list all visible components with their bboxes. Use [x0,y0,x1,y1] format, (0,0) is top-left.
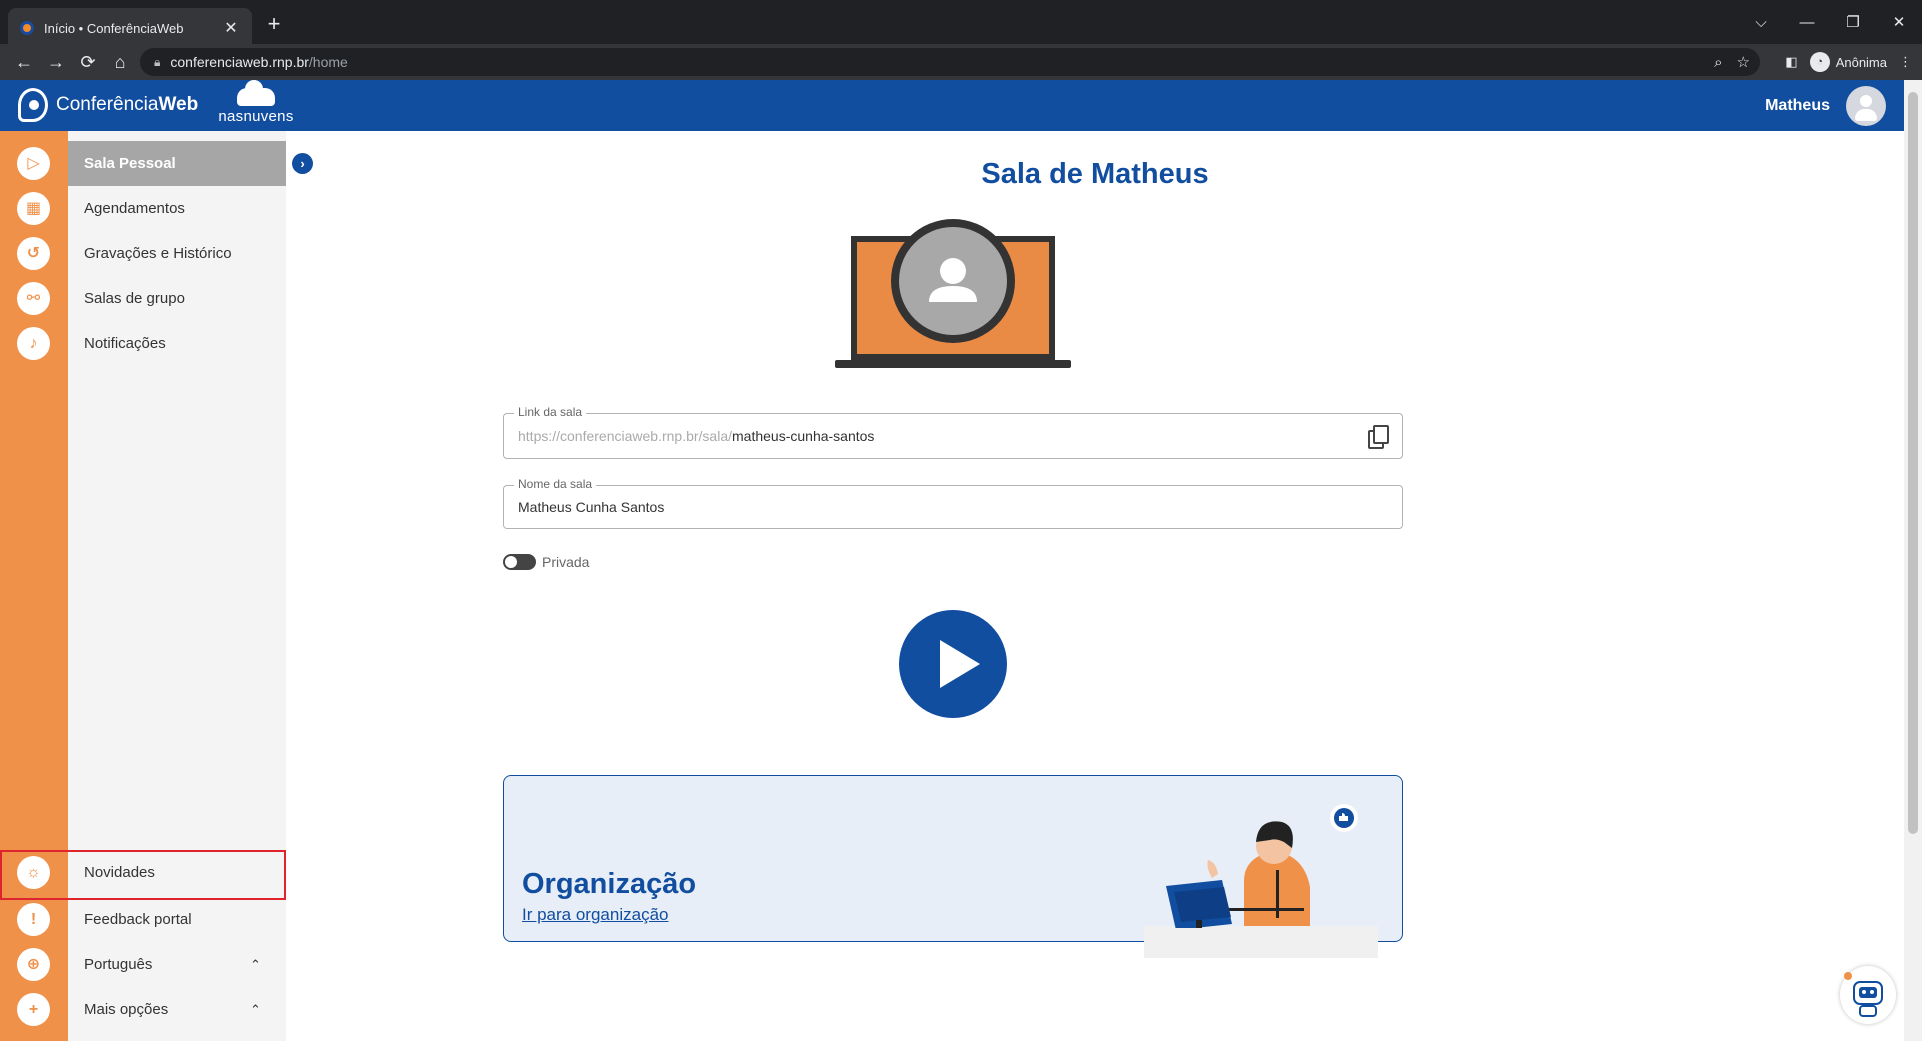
sidebar-item-label: Novidades [84,864,155,881]
lightbulb-icon: ☼ [17,856,50,889]
person-at-computer-illustration [1166,804,1358,928]
room-name-field[interactable]: Nome da sala Matheus Cunha Santos [503,477,1403,529]
omnibox-actions: ⌕ ☆ [1714,48,1750,76]
page-scrollbar[interactable] [1904,80,1922,1041]
room-link-value[interactable]: https://conferenciaweb.rnp.br/sala/mathe… [518,414,874,458]
toolbar-actions: ◧ ◔ Anônima ⋮ [1785,44,1912,80]
private-label: Privada [542,554,590,570]
organization-card: Organização Ir para organização [503,775,1403,958]
go-to-organization-link[interactable]: Ir para organização [522,905,668,925]
private-toggle-row: Privada [503,554,589,570]
new-tab-button[interactable]: + [262,12,286,36]
bell-icon: ♪ [17,327,50,360]
url-path: /home [308,54,348,70]
play-icon: ▷ [17,147,50,180]
browser-menu-icon[interactable]: ⋮ [1899,54,1912,70]
browser-tab[interactable]: Início • ConferênciaWeb ✕ [8,8,252,48]
avatar[interactable] [1846,86,1886,126]
back-icon[interactable]: ← [8,52,40,73]
sidebar-item-novidades[interactable]: ☼ Novidades [0,850,286,900]
laptop-avatar-illustration [835,219,1071,368]
tab-search-icon[interactable]: ⌵ [1738,14,1784,31]
sidebar-item-sala-pessoal[interactable]: ▷ Sala Pessoal [0,141,286,186]
sidebar-item-label: Mais opções [84,1001,169,1018]
browser-tab-strip: Início • ConferênciaWeb ✕ + ⌵ — ❐ ✕ [0,0,1922,48]
minimize-icon[interactable]: — [1784,14,1830,31]
bookmark-star-icon[interactable]: ☆ [1737,53,1750,71]
window-close-icon[interactable]: ✕ [1876,13,1922,31]
sidebar-item-label: Português [84,956,153,973]
user-name[interactable]: Matheus [1765,97,1830,115]
tab-close-icon[interactable]: ✕ [222,18,240,38]
illustration-floor [1144,926,1378,958]
conferenciaweb-logo[interactable]: ConferênciaWeb [18,88,198,122]
page-title: Sala de Matheus [981,158,1209,190]
window-controls: ⌵ — ❐ ✕ [1738,0,1922,44]
sidebar-item-label: Gravações e Histórico [84,245,232,262]
sidebar-item-label: Sala Pessoal [84,155,176,172]
sidebar-item-gravacoes[interactable]: ↺ Gravações e Histórico [0,231,286,276]
tab-title: Início • ConferênciaWeb [44,20,184,36]
app-header: ConferênciaWeb nasnuvens Matheus [0,80,1904,131]
home-icon[interactable]: ⌂ [104,52,136,73]
incognito-label: Anônima [1835,54,1887,70]
side-panel-icon[interactable]: ◧ [1785,54,1797,70]
lock-icon[interactable]: 🔒︎ [154,55,160,70]
room-link-field[interactable]: Link da sala https://conferenciaweb.rnp.… [503,405,1403,459]
zoom-icon[interactable]: ⌕ [1714,54,1722,71]
group-rooms-icon: ⚯ [17,282,50,315]
sidebar-item-salas-de-grupo[interactable]: ⚯ Salas de grupo [0,276,286,321]
private-toggle[interactable] [503,554,536,570]
sidebar-item-portugues[interactable]: ⊕ Português ⌃ [0,942,286,987]
organization-title: Organização [522,868,697,900]
chevron-up-icon[interactable]: ⌃ [250,942,261,987]
plus-icon: + [17,993,50,1026]
url-host: conferenciaweb.rnp.br [170,54,309,70]
incognito-icon: ◔ [1809,52,1830,72]
sidebar-item-mais-opcoes[interactable]: + Mais opções ⌃ [0,987,286,1032]
room-name-value[interactable]: Matheus Cunha Santos [518,486,664,528]
start-meeting-button[interactable] [899,610,1007,718]
globe-icon: ⊕ [17,948,50,981]
sidebar-item-notificacoes[interactable]: ♪ Notificações [0,321,286,366]
browser-toolbar: ← → ⟳ ⌂ 🔒︎ conferenciaweb.rnp.br/home ⌕ … [0,44,1922,80]
forward-icon[interactable]: → [40,52,72,73]
sidebar-item-label: Feedback portal [84,911,192,928]
logo-mark-icon [18,88,48,122]
logo-text: ConferênciaWeb [56,94,199,115]
nasnuvens-text: nasnuvens [218,108,294,125]
favicon-icon [20,21,34,35]
address-bar[interactable]: 🔒︎ conferenciaweb.rnp.br/home ⌕ ☆ [140,48,1760,76]
reload-icon[interactable]: ⟳ [72,52,104,73]
sidebar-item-label: Agendamentos [84,200,185,217]
sidebar-item-feedback-portal[interactable]: ! Feedback portal [0,897,286,942]
cloud-icon [237,80,275,106]
scrollbar-thumb[interactable] [1908,92,1918,834]
sidebar-item-label: Salas de grupo [84,290,185,307]
calendar-icon: ▦ [17,192,50,225]
chatbot-assistant-icon[interactable] [1840,966,1896,1024]
sidebar-item-agendamentos[interactable]: ▦ Agendamentos [0,186,286,231]
incognito-indicator[interactable]: ◔ Anônima [1809,52,1887,72]
robot-icon [1844,972,1883,1017]
chevron-up-icon[interactable]: ⌃ [250,987,261,1032]
nasnuvens-logo: nasnuvens [218,80,294,125]
history-icon: ↺ [17,237,50,270]
feedback-icon: ! [17,903,50,936]
sidebar-item-label: Notificações [84,335,166,352]
copy-icon[interactable] [1368,425,1389,449]
restore-icon[interactable]: ❐ [1830,13,1876,31]
user-menu[interactable]: Matheus [1765,86,1886,126]
